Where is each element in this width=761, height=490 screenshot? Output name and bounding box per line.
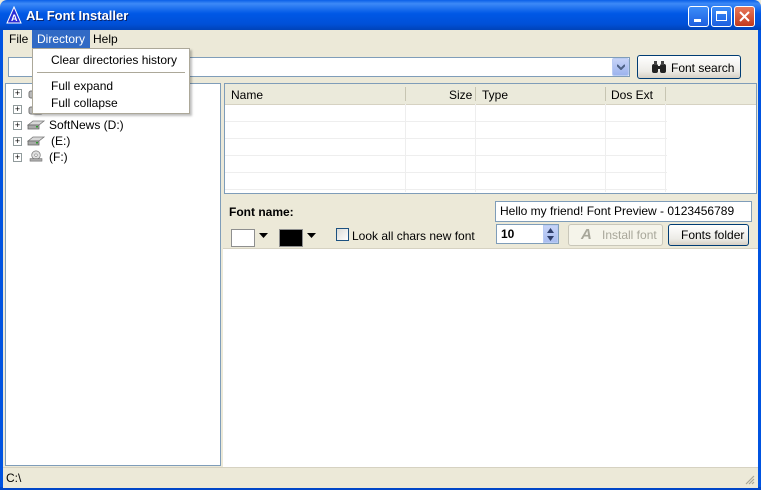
column-separator[interactable] (475, 87, 476, 101)
font-name-label: Font name: (229, 205, 294, 219)
spin-up-icon[interactable] (547, 228, 554, 233)
grid-line (225, 172, 667, 173)
svg-text:A: A (11, 13, 18, 23)
cd-drive-icon (29, 150, 43, 162)
spin-down-icon[interactable] (547, 236, 554, 241)
background-color-swatch[interactable] (231, 229, 255, 247)
status-bar (3, 467, 758, 488)
minimize-button[interactable] (688, 6, 709, 27)
column-header-type[interactable]: Type (482, 88, 508, 102)
drive-icon (27, 120, 45, 130)
menu-item-clear-history[interactable]: Clear directories history (51, 53, 177, 67)
preview-text-input[interactable]: Hello my friend! Font Preview - 01234567… (495, 201, 752, 222)
font-size-spinner[interactable] (543, 225, 558, 243)
tree-item-label[interactable]: (F:) (49, 150, 68, 164)
grid-line (225, 155, 667, 156)
text-color-swatch[interactable] (279, 229, 303, 247)
drive-icon (27, 136, 45, 146)
tree-expander[interactable]: + (13, 121, 22, 130)
app-icon: A (6, 6, 22, 24)
menu-separator (37, 72, 185, 73)
column-header-size[interactable]: Size (449, 88, 472, 102)
dropdown-arrow-icon[interactable] (307, 233, 316, 238)
fonts-folder-label: Fonts folder (681, 228, 745, 242)
close-button[interactable] (734, 6, 755, 27)
column-separator[interactable] (405, 87, 406, 101)
grid-line (225, 121, 667, 122)
column-header-dos-ext[interactable]: Dos Ext (611, 88, 653, 102)
font-search-label: Font search (671, 61, 735, 75)
window-title: AL Font Installer (26, 8, 129, 23)
maximize-icon (716, 11, 727, 21)
look-all-chars-checkbox[interactable] (336, 228, 349, 241)
column-separator[interactable] (665, 87, 666, 101)
resize-grip-icon[interactable] (743, 473, 755, 485)
tree-expander[interactable]: + (13, 137, 22, 146)
close-icon (739, 11, 750, 22)
grid-line (605, 104, 606, 192)
menu-file[interactable]: File (4, 30, 33, 49)
tree-expander[interactable]: + (13, 105, 22, 114)
grid-line (225, 138, 667, 139)
tree-item-label[interactable]: (E:) (51, 134, 70, 148)
tree-expander[interactable]: + (13, 153, 22, 162)
menu-help[interactable]: Help (88, 30, 123, 49)
install-font-label: Install font (602, 228, 657, 242)
chevron-down-icon (617, 64, 625, 70)
dropdown-arrow-icon[interactable] (259, 233, 268, 238)
menu-item-full-expand[interactable]: Full expand (51, 79, 113, 93)
grid-line (475, 104, 476, 192)
menu-directory[interactable]: Directory (32, 30, 91, 49)
status-path: C:\ (6, 471, 22, 485)
window-frame-left (0, 30, 3, 490)
maximize-button[interactable] (711, 6, 732, 27)
font-preview-area[interactable] (223, 248, 758, 467)
combobox-dropdown-button[interactable] (612, 58, 629, 76)
grid-line (225, 189, 667, 190)
tree-expander[interactable]: + (13, 89, 22, 98)
column-separator[interactable] (605, 87, 606, 101)
menu-item-full-collapse[interactable]: Full collapse (51, 96, 118, 110)
look-all-chars-label[interactable]: Look all chars new font (352, 229, 475, 243)
grid-line (405, 104, 406, 192)
tree-item-label[interactable]: SoftNews (D:) (49, 118, 124, 132)
grid-line (665, 104, 666, 192)
font-a-icon: A (581, 226, 592, 243)
column-header-name[interactable]: Name (231, 88, 263, 102)
binoculars-icon (652, 61, 666, 73)
minimize-icon (694, 19, 701, 22)
